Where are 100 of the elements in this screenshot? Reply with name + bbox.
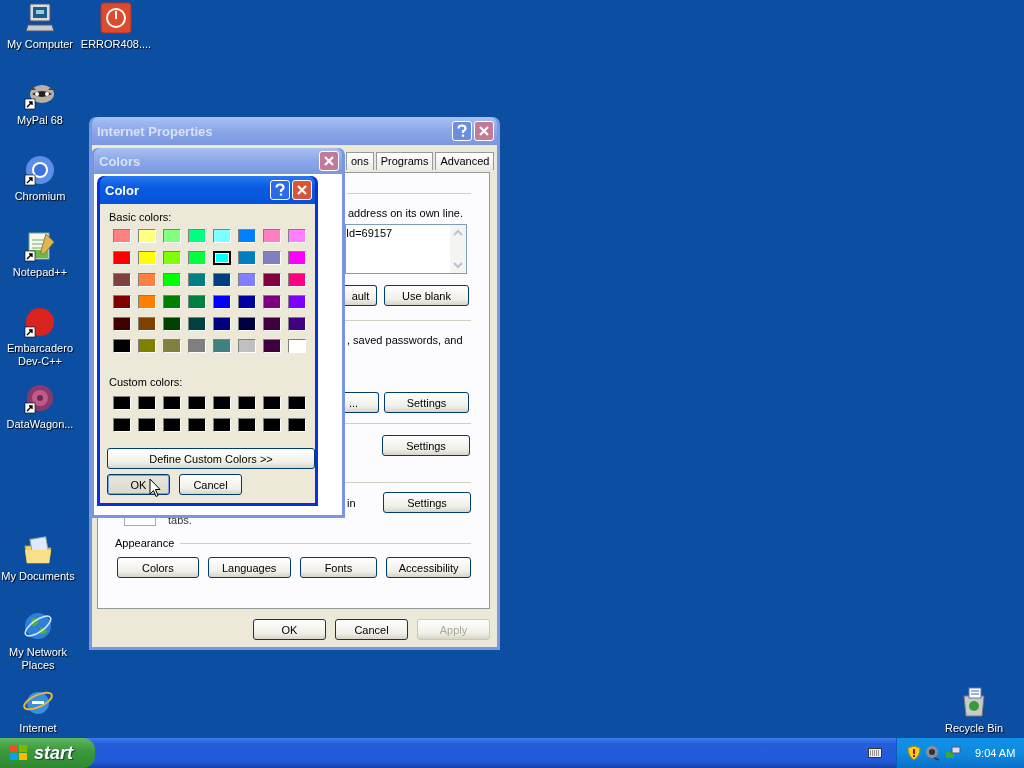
color-swatch[interactable] [138,317,156,331]
define-custom-colors-button[interactable]: Define Custom Colors >> [107,448,315,469]
color-swatch[interactable] [213,317,231,331]
color-swatch[interactable] [288,396,306,410]
instruction-text: address on its own line. [348,207,464,219]
color-swatch[interactable] [288,339,306,353]
use-default-button[interactable]: ault [345,285,377,306]
color-swatch[interactable] [113,317,131,331]
color-swatch[interactable] [138,339,156,353]
color-swatch[interactable] [188,273,206,287]
color-swatch[interactable] [163,339,181,353]
color-swatch[interactable] [263,317,281,331]
color-swatch[interactable] [238,295,256,309]
color-swatch[interactable] [138,251,156,265]
network-icon[interactable] [945,745,961,761]
start-button[interactable]: start [0,738,95,768]
color-swatch[interactable] [113,418,131,432]
clock[interactable]: 9:04 AM [975,747,1016,759]
color-swatch[interactable] [238,418,256,432]
color-swatch[interactable] [213,295,231,309]
icon-label: Internet [19,722,57,735]
shield-icon[interactable] [907,745,921,761]
desktop-icon[interactable] [22,534,54,566]
color-swatch[interactable] [113,295,131,309]
color-swatch[interactable] [163,295,181,309]
color-swatch[interactable] [163,418,181,432]
icon-label: DataWagon... [6,418,74,431]
desktop-icon[interactable] [24,382,56,414]
color-swatch[interactable] [238,251,256,265]
dialog-button[interactable]: OK [107,474,170,495]
close-icon [478,125,490,137]
webcam-icon[interactable] [925,745,941,761]
settings-button[interactable]: Settings [383,492,471,513]
color-swatch[interactable] [288,295,306,309]
settings-button[interactable]: Settings [382,435,470,456]
color-swatch[interactable] [263,229,281,243]
color-swatch[interactable] [163,251,181,265]
color-swatch[interactable] [238,339,256,353]
color-swatch[interactable] [263,418,281,432]
color-swatch[interactable] [138,229,156,243]
color-swatch[interactable] [188,396,206,410]
color-swatch[interactable] [138,295,156,309]
dialog-button[interactable]: Cancel [179,474,242,495]
color-swatch[interactable] [138,396,156,410]
desktop-icon[interactable] [24,306,56,338]
color-swatch[interactable] [263,295,281,309]
desktop-icon[interactable] [100,2,132,34]
color-swatch[interactable] [263,251,281,265]
color-swatch[interactable] [213,339,231,353]
color-swatch[interactable] [263,396,281,410]
question-mark-icon [274,183,286,197]
close-icon [323,155,335,167]
appearance-button[interactable]: Colors [117,557,199,578]
appearance-button[interactable]: Fonts [299,557,378,578]
color-swatch[interactable] [113,396,131,410]
color-swatch[interactable] [113,229,131,243]
color-swatch[interactable] [163,273,181,287]
color-swatch[interactable] [238,396,256,410]
keyboard-icon[interactable] [868,748,882,758]
color-swatch[interactable] [238,229,256,243]
color-swatch[interactable] [138,273,156,287]
color-swatch[interactable] [188,418,206,432]
color-swatch[interactable] [163,317,181,331]
icon-label: MyPal 68 [17,114,63,127]
color-swatch[interactable] [238,317,256,331]
window-title: Colors [99,153,142,169]
help-button[interactable] [270,180,290,200]
color-swatch[interactable] [188,339,206,353]
color-swatch[interactable] [113,273,131,287]
color-swatch[interactable] [288,229,306,243]
color-swatch[interactable] [138,418,156,432]
appearance-button[interactable]: Accessibility [386,557,471,578]
desktop-icon[interactable] [22,610,54,642]
color-swatch[interactable] [188,251,206,265]
color-swatch[interactable] [113,251,131,265]
color-swatch[interactable] [213,229,231,243]
color-swatch[interactable] [213,396,231,410]
color-swatch[interactable] [113,339,131,353]
delete-button[interactable]: ... [345,392,379,413]
color-swatch[interactable] [188,317,206,331]
color-swatch[interactable] [263,273,281,287]
color-swatch[interactable] [213,251,231,265]
color-swatch[interactable] [188,295,206,309]
color-swatch[interactable] [188,229,206,243]
color-swatch[interactable] [213,418,231,432]
color-swatch[interactable] [288,317,306,331]
desktop-icon[interactable] [24,230,56,262]
color-swatch[interactable] [288,273,306,287]
color-swatch[interactable] [263,339,281,353]
desktop-icon[interactable] [24,154,56,186]
color-swatch[interactable] [238,273,256,287]
color-swatch[interactable] [288,418,306,432]
color-swatch[interactable] [163,396,181,410]
color-swatch[interactable] [213,273,231,287]
color-swatch[interactable] [163,229,181,243]
settings-button[interactable]: Settings [384,392,469,413]
use-blank-button[interactable]: Use blank [384,285,469,306]
appearance-button[interactable]: Languages [207,557,291,578]
color-swatch[interactable] [288,251,306,265]
close-button[interactable] [292,180,312,200]
